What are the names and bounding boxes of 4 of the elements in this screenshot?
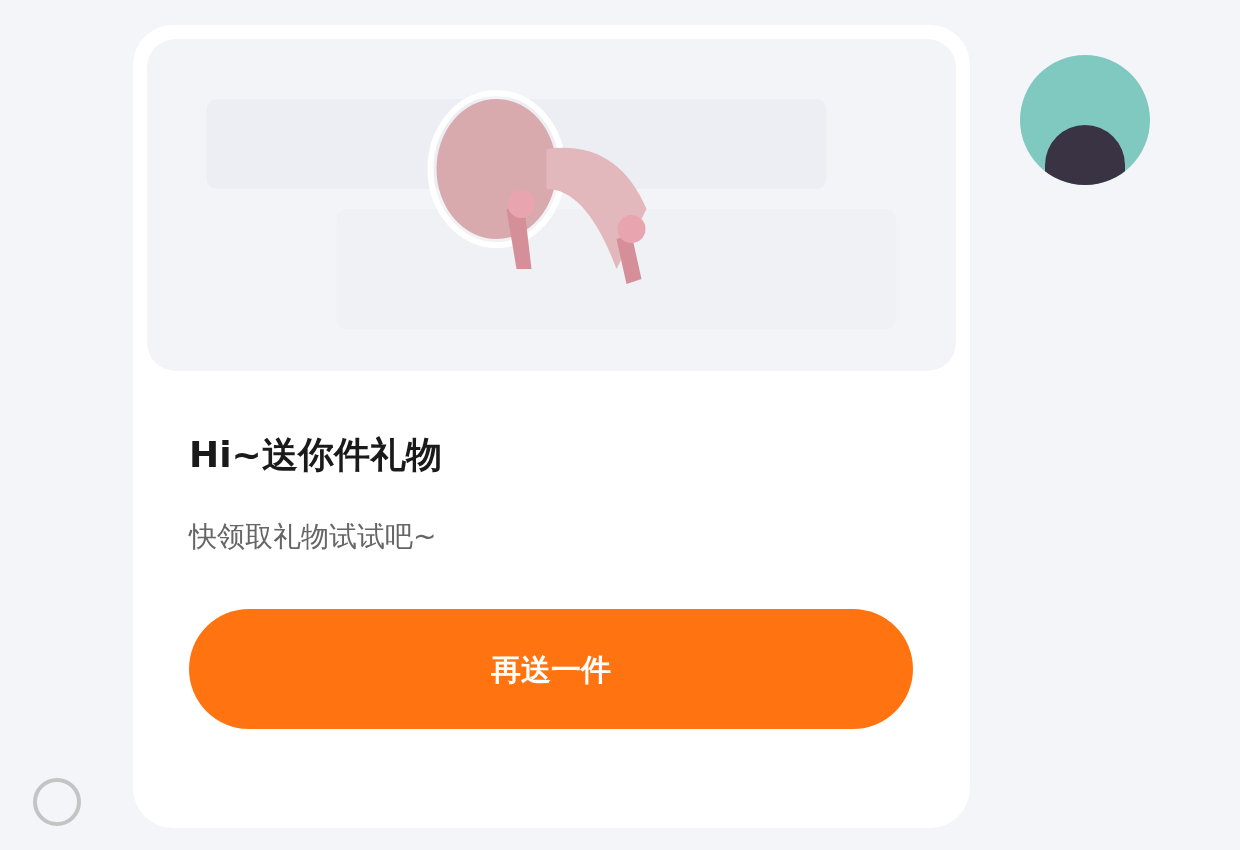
card-title: Hi~送你件礼物 — [189, 433, 442, 477]
send-again-button[interactable]: 再送一件 — [189, 609, 913, 729]
card-subtitle: 快领取礼物试试吧~ — [189, 519, 437, 555]
select-radio[interactable] — [32, 778, 81, 826]
